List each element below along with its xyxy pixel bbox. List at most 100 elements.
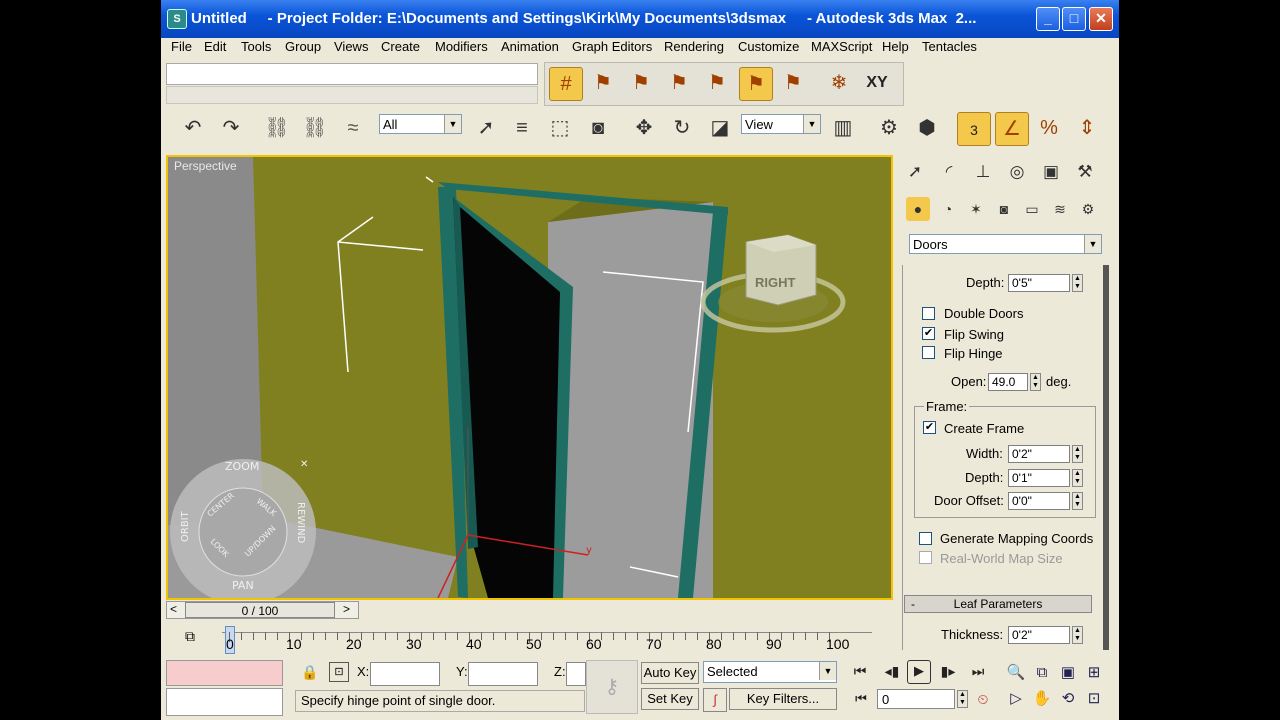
spinner-snap-icon[interactable]: ⇕ <box>1071 112 1103 144</box>
time-prev-icon[interactable]: < <box>170 602 177 616</box>
perspective-viewport[interactable]: z y RIGHT ZOOM PAN ORBIT REWIND CENTER W… <box>166 155 893 600</box>
frame-depth-field[interactable]: 0'1" <box>1008 469 1070 487</box>
menu-tentacles[interactable]: Tentacles <box>922 39 977 54</box>
xy-snap-icon[interactable]: XY <box>861 67 893 99</box>
keyboard-shortcut-toggle-icon[interactable]: ⬢ <box>911 112 943 144</box>
x-coordinate-field[interactable] <box>370 662 440 686</box>
close-button[interactable]: ✕ <box>1089 7 1113 31</box>
object-category-dropdown[interactable]: Doors ▼ <box>909 234 1102 254</box>
snaps-toggle-icon[interactable]: 3 <box>957 112 991 146</box>
grid-snap-icon[interactable]: # <box>549 67 583 101</box>
y-coordinate-field[interactable] <box>468 662 538 686</box>
thickness-spinner[interactable]: ▲ ▼ <box>1072 626 1083 644</box>
snap-options-icon[interactable]: ❄ <box>823 67 855 99</box>
go-to-start-icon[interactable]: ⏮ <box>847 660 873 682</box>
depth-spinner[interactable]: ▲ ▼ <box>1072 274 1083 292</box>
helpers-icon[interactable]: ▭ <box>1020 197 1044 221</box>
rectangular-selection-icon[interactable]: ⬚ <box>544 112 576 144</box>
select-rotate-icon[interactable]: ↻ <box>666 112 698 144</box>
next-frame-icon[interactable]: ▮▸ <box>935 660 961 682</box>
key-filters-button[interactable]: Key Filters... <box>729 688 837 710</box>
current-frame-spinner[interactable]: ▲ ▼ <box>957 690 968 708</box>
midpoint-snap-icon[interactable]: ⚑ <box>701 67 733 99</box>
menu-customize[interactable]: Customize <box>738 39 799 54</box>
minimize-button[interactable]: _ <box>1036 7 1060 31</box>
select-manipulate-icon[interactable]: ⚙ <box>873 112 905 144</box>
face-snap-icon[interactable]: ⚑ <box>777 67 809 99</box>
zoom-all-icon[interactable]: ⧉ <box>1031 662 1053 684</box>
flip-hinge-checkbox[interactable] <box>922 346 935 359</box>
double-doors-checkbox[interactable] <box>922 307 935 320</box>
flip-swing-checkbox[interactable]: ✔ <box>922 327 935 340</box>
menu-rendering[interactable]: Rendering <box>664 39 724 54</box>
menu-tools[interactable]: Tools <box>241 39 271 54</box>
unlink-icon[interactable]: ⛓ <box>299 112 331 144</box>
field-of-view-icon[interactable]: ▷ <box>1005 688 1027 710</box>
menu-maxscript[interactable]: MAXScript <box>811 39 872 54</box>
menu-graph-editors[interactable]: Graph Editors <box>572 39 652 54</box>
key-icon[interactable]: ⚷ <box>586 660 638 714</box>
endpoint-snap-icon[interactable]: ⚑ <box>663 67 695 99</box>
geometry-icon[interactable]: ● <box>906 197 930 221</box>
vertex-snap-icon[interactable]: ⚑ <box>625 67 657 99</box>
zoom-extents-all-icon[interactable]: ⊞ <box>1083 662 1105 684</box>
maximize-button[interactable]: □ <box>1062 7 1086 31</box>
percent-snap-icon[interactable]: % <box>1033 112 1065 144</box>
bind-space-warp-icon[interactable]: ≈ <box>337 112 369 144</box>
depth-field[interactable]: 0'5" <box>1008 274 1070 292</box>
menu-edit[interactable]: Edit <box>204 39 226 54</box>
menu-animation[interactable]: Animation <box>501 39 559 54</box>
viewport-label[interactable]: Perspective <box>174 159 237 173</box>
key-mode-dropdown[interactable]: Selected ▼ <box>703 661 837 683</box>
current-frame-field[interactable]: 0 <box>877 689 955 709</box>
redo-icon[interactable]: ↷ <box>215 112 247 144</box>
select-scale-icon[interactable]: ◪ <box>704 112 736 144</box>
maxscript-listener-line[interactable] <box>166 63 538 85</box>
reference-coordinate-dropdown[interactable]: View ▼ <box>741 114 821 134</box>
frame-width-field[interactable]: 0'2" <box>1008 445 1070 463</box>
frame-depth-spinner[interactable]: ▲ ▼ <box>1072 469 1083 487</box>
door-offset-spinner[interactable]: ▲ ▼ <box>1072 492 1083 510</box>
previous-frame-icon[interactable]: ◂▮ <box>879 660 905 682</box>
go-to-end-icon[interactable]: ⏭ <box>965 660 991 682</box>
time-slider[interactable]: < 0 / 100 > <box>166 601 359 619</box>
maxscript-mini-listener[interactable] <box>166 688 283 716</box>
set-key-button[interactable]: Set Key <box>641 688 699 710</box>
z-coordinate-field[interactable] <box>566 662 586 686</box>
pivot-snap-icon[interactable]: ⚑ <box>587 67 619 99</box>
select-move-icon[interactable]: ✥ <box>628 112 660 144</box>
leaf-parameters-rollout-header[interactable]: - Leaf Parameters <box>904 595 1092 613</box>
zoom-icon[interactable]: 🔍 <box>1005 662 1027 684</box>
window-crossing-icon[interactable]: ◙ <box>582 112 614 144</box>
pivot-center-icon[interactable]: ▥ <box>827 112 859 144</box>
menu-group[interactable]: Group <box>285 39 321 54</box>
app-icon[interactable]: S <box>167 9 187 29</box>
menu-file[interactable]: File <box>171 39 192 54</box>
door-offset-field[interactable]: 0'0" <box>1008 492 1070 510</box>
select-object-icon[interactable]: ➚ <box>470 112 502 144</box>
space-warps-icon[interactable]: ≋ <box>1048 197 1072 221</box>
auto-key-button[interactable]: Auto Key <box>641 662 699 684</box>
open-field[interactable]: 49.0 <box>988 373 1028 391</box>
track-bar[interactable]: ⧉ 0 10 20 30 40 50 60 70 80 90 100 <box>166 622 893 656</box>
open-spinner[interactable]: ▲ ▼ <box>1030 373 1041 391</box>
thickness-field[interactable]: 0'2" <box>1008 626 1070 644</box>
zoom-extents-icon[interactable]: ▣ <box>1057 662 1079 684</box>
cameras-icon[interactable]: ◙ <box>992 197 1016 221</box>
menu-create[interactable]: Create <box>381 39 420 54</box>
wheel-close-icon[interactable]: ✕ <box>300 459 308 470</box>
menu-help[interactable]: Help <box>882 39 909 54</box>
absolute-mode-icon[interactable]: ⊡ <box>329 662 349 682</box>
time-next-icon[interactable]: > <box>343 602 350 616</box>
menu-modifiers[interactable]: Modifiers <box>435 39 488 54</box>
play-icon[interactable]: ▶ <box>907 660 931 684</box>
hierarchy-tab-icon[interactable]: ⊥ <box>968 158 998 186</box>
selection-filter-dropdown[interactable]: All ▼ <box>379 114 462 134</box>
default-tangent-icon[interactable]: ∫ <box>703 688 727 712</box>
maximize-viewport-icon[interactable]: ⊡ <box>1083 688 1105 710</box>
curve-editor-icon[interactable]: ⧉ <box>178 628 202 648</box>
select-and-link-icon[interactable]: ⛓ <box>261 112 293 144</box>
menu-views[interactable]: Views <box>334 39 368 54</box>
pan-view-icon[interactable]: ✋ <box>1031 688 1053 710</box>
orbit-icon[interactable]: ⟲ <box>1057 688 1079 710</box>
